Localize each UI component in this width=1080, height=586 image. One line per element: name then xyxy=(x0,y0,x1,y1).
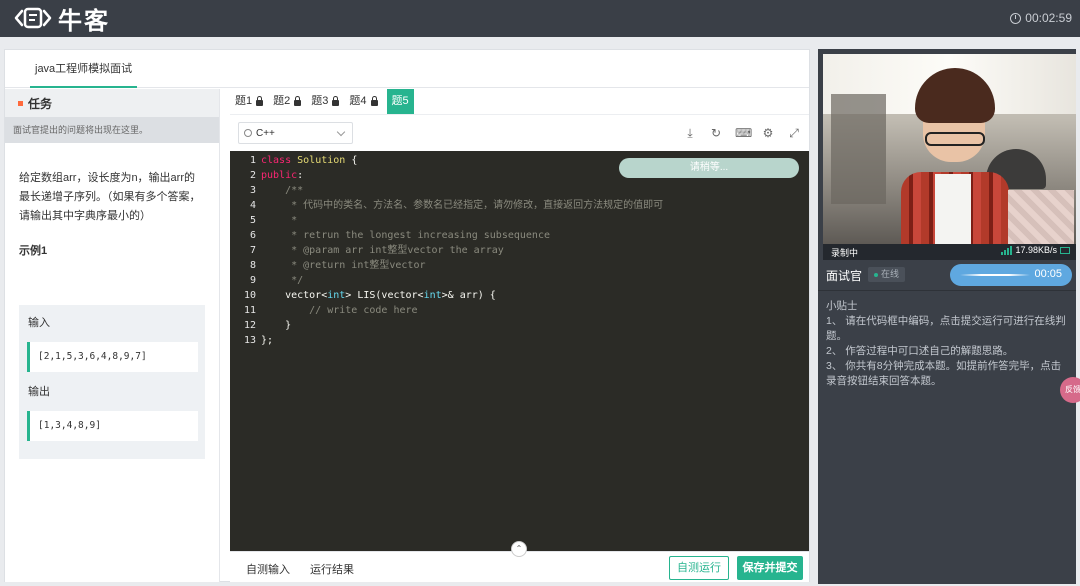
interviewer-row: 面试官 在线 00:05 xyxy=(818,260,1076,288)
example-input-label: 输入 xyxy=(28,317,50,329)
interviewer-panel: 录制中 17.98KB/s 面试官 在线 00:05 小贴士 1、 请在代码框中… xyxy=(818,49,1080,584)
language-select[interactable]: C++ xyxy=(238,122,353,144)
task-title: 任务 xyxy=(28,96,53,111)
code-line: 7 * @param arr int整型vector the array xyxy=(249,245,504,256)
tab-question-1[interactable]: 题1 xyxy=(230,89,268,114)
task-bullet-icon xyxy=(18,100,23,106)
tips-section: 小贴士 1、 请在代码框中编码，点击提交运行可进行在线判题。 2、 作答过程中可… xyxy=(826,299,1070,389)
question-tab-label: 题4 xyxy=(349,95,367,107)
status-badge: 在线 xyxy=(868,267,906,282)
task-panel: 任务 面试官提出的问题将出现在这里。 给定数组arr，设长度为n，输出arr的最… xyxy=(5,89,220,582)
logo-text: 牛客 xyxy=(58,7,110,35)
chevron-down-icon xyxy=(336,127,346,137)
main-panel: java工程师模拟面试 任务 面试官提出的问题将出现在这里。 给定数组arr，设… xyxy=(4,49,810,582)
gear-icon[interactable]: ⚙ xyxy=(761,126,775,140)
code-line: 4 * 代码中的类名、方法名、参数名已经指定，请勿修改，直接返回方法规定的值即可 xyxy=(249,200,664,211)
example-input-value: [2,1,5,3,6,4,8,9,7] xyxy=(27,342,198,372)
code-line: 10 vector<int> LIS(vector<int>& arr) { xyxy=(243,290,496,301)
code-line: 8 * @return int整型vector xyxy=(249,260,426,271)
tab-custom-input[interactable]: 自测输入 xyxy=(246,561,290,577)
tab-question-5[interactable]: 题5 xyxy=(386,89,414,114)
question-tabs: 题1 题2 题3 题4 题5 xyxy=(230,89,414,114)
task-header: 任务 xyxy=(5,89,219,117)
timer-value: 00:02:59 xyxy=(1025,11,1072,25)
save-submit-button[interactable]: 保存并提交 xyxy=(737,556,803,580)
code-editor-panel: 题1 题2 题3 题4 题5 C++ ⤓ ↻ ⌨ ⚙ ⤢ 1 class Solu… xyxy=(230,89,809,582)
question-tab-label: 题5 xyxy=(391,95,409,107)
task-description: 给定数组arr，设长度为n，输出arr的最长递增子序列。（如果有多个答案，请输出… xyxy=(19,172,201,222)
code-line: 11 // write code here xyxy=(243,305,418,316)
nowcoder-logo-icon xyxy=(14,7,52,29)
lock-icon xyxy=(370,96,378,106)
network-speed-value: 17.98KB/s xyxy=(1015,245,1057,255)
code-line: 13}; xyxy=(243,335,274,346)
question-tab-label: 题3 xyxy=(311,95,329,107)
code-line: 1 class Solution { xyxy=(249,155,358,166)
lock-icon xyxy=(294,96,302,106)
logo[interactable]: 牛客 xyxy=(12,4,110,35)
code-line: 12 } xyxy=(243,320,292,331)
recording-bar: 录制中 17.98KB/s xyxy=(823,244,1076,260)
online-dot-icon xyxy=(874,272,878,277)
audio-time: 00:05 xyxy=(1034,268,1062,280)
example-title: 示例1 xyxy=(19,245,48,257)
example-output-label: 输出 xyxy=(28,386,50,398)
lock-icon xyxy=(256,96,264,106)
tab-question-4[interactable]: 题4 xyxy=(344,89,382,114)
refresh-icon[interactable]: ↻ xyxy=(709,126,723,140)
editor-toolbar: C++ ⤓ ↻ ⌨ ⚙ ⤢ xyxy=(230,114,809,151)
language-value: C++ xyxy=(256,127,275,139)
question-tab-label: 题2 xyxy=(273,95,291,107)
code-line: 2 public: xyxy=(249,170,304,181)
question-tab-label: 题1 xyxy=(235,95,253,107)
interviewer-video xyxy=(823,54,1076,244)
task-hint: 面试官提出的问题将出现在这里。 xyxy=(5,117,219,143)
tip-item: 3、 你共有8分钟完成本题。如提前作答完毕，点击录音按钮结束回答本题。 xyxy=(826,360,1062,387)
tab-question-3[interactable]: 题3 xyxy=(306,89,344,114)
self-camera-preview xyxy=(1008,190,1074,244)
interview-timer: 00:02:59 xyxy=(1010,11,1072,25)
example-output-value: [1,3,4,8,9] xyxy=(27,411,198,441)
run-button[interactable]: 自测运行 xyxy=(669,556,729,580)
screen-share-icon[interactable] xyxy=(1060,246,1070,254)
waveform-icon xyxy=(960,274,1030,276)
tab-java-interview[interactable]: java工程师模拟面试 xyxy=(30,50,138,88)
top-bar: 牛客 00:02:59 xyxy=(0,0,1080,37)
tip-item: 1、 请在代码框中编码，点击提交运行可进行在线判题。 xyxy=(826,315,1066,342)
code-line: 9 */ xyxy=(249,275,304,286)
code-line: 5 * xyxy=(249,215,298,226)
audio-record-button[interactable]: 00:05 xyxy=(950,264,1072,286)
language-icon xyxy=(244,129,252,137)
code-area[interactable]: 1 class Solution { 2 public: 3 /** 4 * 代码中… xyxy=(230,151,809,551)
tip-item: 2、 作答过程中可口述自己的解题思路。 xyxy=(826,345,1014,357)
status-text: 在线 xyxy=(881,269,900,279)
main-tabs: java工程师模拟面试 xyxy=(5,50,809,88)
code-line: 3 /** xyxy=(249,185,304,196)
editor-tools: ⤓ ↻ ⌨ ⚙ ⤢ xyxy=(683,126,801,140)
clock-icon xyxy=(1010,12,1022,24)
keyboard-icon[interactable]: ⌨ xyxy=(735,126,752,140)
recording-status: 录制中 xyxy=(831,248,859,258)
code-line: 6 * retrun the longest increasing subseq… xyxy=(249,230,550,241)
interviewer-label: 面试官 xyxy=(826,269,863,283)
fullscreen-icon[interactable]: ⤢ xyxy=(787,126,801,140)
tab-run-result[interactable]: 运行结果 xyxy=(310,561,354,577)
tips-title: 小贴士 xyxy=(826,300,858,312)
example-box: 输入 [2,1,5,3,6,4,8,9,7] 输出 [1,3,4,8,9] xyxy=(19,305,205,459)
tab-question-2[interactable]: 题2 xyxy=(268,89,306,114)
waiting-indicator: 请稍等... xyxy=(619,158,799,178)
editor-bottom-bar: ⌃ 自测输入 运行结果 自测运行 保存并提交 xyxy=(230,541,809,582)
network-speed: 17.98KB/s xyxy=(1001,245,1070,255)
chevron-up-icon[interactable]: ⌃ xyxy=(511,541,527,557)
lock-icon xyxy=(332,96,340,106)
signal-icon xyxy=(1001,245,1013,255)
feedback-float-button[interactable]: 反馈 xyxy=(1060,377,1080,403)
download-icon[interactable]: ⤓ xyxy=(683,126,697,140)
